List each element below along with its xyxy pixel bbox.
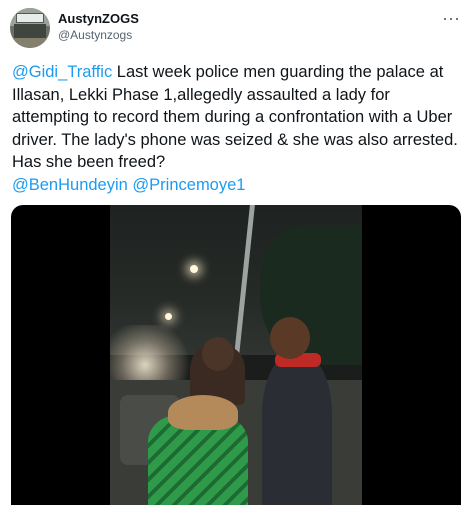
mention-link[interactable]: @BenHundeyin [12, 176, 128, 194]
display-name[interactable]: AustynZOGS [58, 11, 139, 27]
tweet-card: AustynZOGS @Austynzogs ··· @Gidi_Traffic… [0, 0, 474, 505]
user-handle[interactable]: @Austynzogs [58, 27, 139, 43]
mention-link[interactable]: @Gidi_Traffic [12, 63, 112, 81]
avatar[interactable] [10, 8, 50, 48]
more-options-button[interactable]: ··· [440, 8, 462, 28]
mention-link[interactable]: @Princemoye1 [132, 176, 245, 194]
user-info[interactable]: AustynZOGS @Austynzogs [58, 11, 139, 43]
tweet-text: @Gidi_Traffic Last week police men guard… [12, 61, 464, 196]
tweet-media-video[interactable] [11, 205, 461, 505]
video-thumbnail[interactable] [110, 205, 362, 505]
tweet-header: AustynZOGS @Austynzogs ··· [10, 8, 464, 50]
more-horizontal-icon: ··· [442, 7, 460, 28]
